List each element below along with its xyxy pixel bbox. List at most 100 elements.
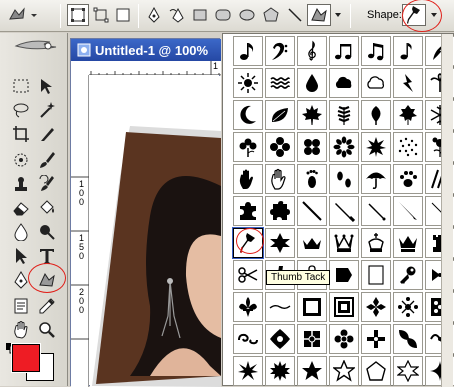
paths-button[interactable] <box>90 4 112 26</box>
history-brush-tool[interactable] <box>34 173 60 195</box>
shape-ornament-line[interactable] <box>265 292 295 322</box>
blur-tool[interactable] <box>8 221 34 243</box>
shape-dots[interactable] <box>393 132 423 162</box>
shape-ornament-8[interactable] <box>393 324 423 354</box>
image-canvas[interactable] <box>90 76 221 387</box>
custom-shape-tool-button[interactable] <box>307 4 331 26</box>
shape-fleur-de-lis[interactable] <box>233 292 263 322</box>
shape-flower-4[interactable] <box>329 132 359 162</box>
shape-frame-2[interactable] <box>329 292 359 322</box>
ellipse-tool-button[interactable] <box>236 4 258 26</box>
shape-crown-2[interactable] <box>393 228 423 258</box>
shape-layers-button[interactable] <box>67 4 89 26</box>
notes-tool[interactable] <box>8 295 34 317</box>
shape-waves[interactable] <box>265 68 295 98</box>
shape-tag[interactable] <box>329 260 359 290</box>
shape-puzzle-1[interactable] <box>233 196 263 226</box>
healing-brush-tool[interactable] <box>8 149 34 171</box>
clone-stamp-tool[interactable] <box>8 173 34 195</box>
dodge-tool[interactable] <box>34 221 60 243</box>
shape-flower-5[interactable] <box>361 132 391 162</box>
tool-preset-picker[interactable] <box>4 4 40 26</box>
slice-tool[interactable] <box>34 123 60 145</box>
polygon-tool-button[interactable] <box>260 4 282 26</box>
shape-leaf-2[interactable] <box>361 100 391 130</box>
shape-fern[interactable] <box>329 100 359 130</box>
shape-raindrop[interactable] <box>297 68 327 98</box>
shape-burst-12[interactable] <box>265 356 295 386</box>
freeform-pen-button[interactable] <box>166 4 188 26</box>
shape-pencil-line[interactable] <box>393 196 423 226</box>
shape-puzzle-2[interactable] <box>265 196 295 226</box>
shape-crown-1[interactable] <box>297 228 327 258</box>
shape-bass-clef[interactable] <box>265 36 295 66</box>
shape-star-outline[interactable] <box>329 356 359 386</box>
shape-star-6-outline[interactable] <box>393 356 423 386</box>
shape-eighth-note[interactable] <box>233 36 263 66</box>
magic-wand-tool[interactable] <box>34 99 60 121</box>
geometry-options-dropdown[interactable] <box>332 4 344 26</box>
shape-ornament-7[interactable] <box>361 324 391 354</box>
shape-star-5[interactable] <box>297 356 327 386</box>
path-selection-tool[interactable] <box>8 245 34 267</box>
shape-maple-leaf[interactable] <box>297 100 327 130</box>
shape-star-6[interactable] <box>265 228 295 258</box>
shape-hand-left[interactable] <box>233 164 263 194</box>
fill-pixels-button[interactable] <box>112 4 134 26</box>
shape-sun[interactable] <box>233 68 263 98</box>
shape-ornament-5[interactable] <box>297 324 327 354</box>
vertical-ruler[interactable]: 1 0 0 1 5 0 2 0 0 <box>71 75 89 387</box>
shape-ornament-4[interactable] <box>265 324 295 354</box>
document-title-bar[interactable]: Untitled-1 @ 100% <box>71 39 221 61</box>
shape-diagonal-line[interactable] <box>297 196 327 226</box>
lasso-tool[interactable] <box>8 99 34 121</box>
shape-brush-stroke[interactable] <box>329 196 359 226</box>
shape-footprints[interactable] <box>329 164 359 194</box>
brush-tool[interactable] <box>34 149 60 171</box>
shape-moon[interactable] <box>233 100 263 130</box>
shape-footprint[interactable] <box>297 164 327 194</box>
shape-chess-king[interactable] <box>361 228 391 258</box>
marquee-tool[interactable] <box>8 75 34 97</box>
gradient-tool[interactable] <box>34 197 60 219</box>
line-tool-button[interactable] <box>284 4 306 26</box>
crop-tool[interactable] <box>8 123 34 145</box>
shape-cloud-outline[interactable] <box>361 68 391 98</box>
shape-ornament-3[interactable] <box>233 324 263 354</box>
shape-paw-print[interactable] <box>393 164 423 194</box>
shape-cloud[interactable] <box>329 68 359 98</box>
shape-lightning[interactable] <box>393 68 423 98</box>
horizontal-ruler[interactable]: 1 <box>89 61 221 75</box>
shape-no-symbol[interactable] <box>393 36 423 66</box>
shape-burst-8[interactable] <box>233 356 263 386</box>
shape-flower-3[interactable] <box>297 132 327 162</box>
zoom-tool[interactable] <box>34 319 60 341</box>
foreground-color-swatch[interactable] <box>11 343 41 373</box>
shape-hand-outline[interactable] <box>265 164 295 194</box>
shape-key[interactable] <box>393 260 423 290</box>
rectangle-tool-button[interactable] <box>189 4 211 26</box>
shape-double-note[interactable] <box>361 36 391 66</box>
shape-flower-2[interactable] <box>265 132 295 162</box>
shape-scissors[interactable] <box>233 260 263 290</box>
shape-treble-clef[interactable] <box>297 36 327 66</box>
shape-frame-1[interactable] <box>297 292 327 322</box>
pen-tool-button[interactable] <box>143 4 165 26</box>
shape-leaf-1[interactable] <box>265 100 295 130</box>
shape-ornament-2[interactable] <box>393 292 423 322</box>
shape-chess-queen[interactable] <box>329 228 359 258</box>
eraser-tool[interactable] <box>8 197 34 219</box>
hand-tool[interactable] <box>8 319 34 341</box>
shape-maple-leaf-2[interactable] <box>393 100 423 130</box>
toolbox-header[interactable] <box>4 35 64 57</box>
shape-thin-line[interactable] <box>361 196 391 226</box>
shape-umbrella[interactable] <box>361 164 391 194</box>
move-tool[interactable] <box>34 75 60 97</box>
palette-scrollbar[interactable] <box>441 34 453 387</box>
shape-sixteenth-notes[interactable] <box>329 36 359 66</box>
shape-blank-page[interactable] <box>361 260 391 290</box>
shape-flower-1[interactable] <box>233 132 263 162</box>
shape-ornament-6[interactable] <box>329 324 359 354</box>
rounded-rectangle-button[interactable] <box>212 4 234 26</box>
shape-pentagon[interactable] <box>361 356 391 386</box>
